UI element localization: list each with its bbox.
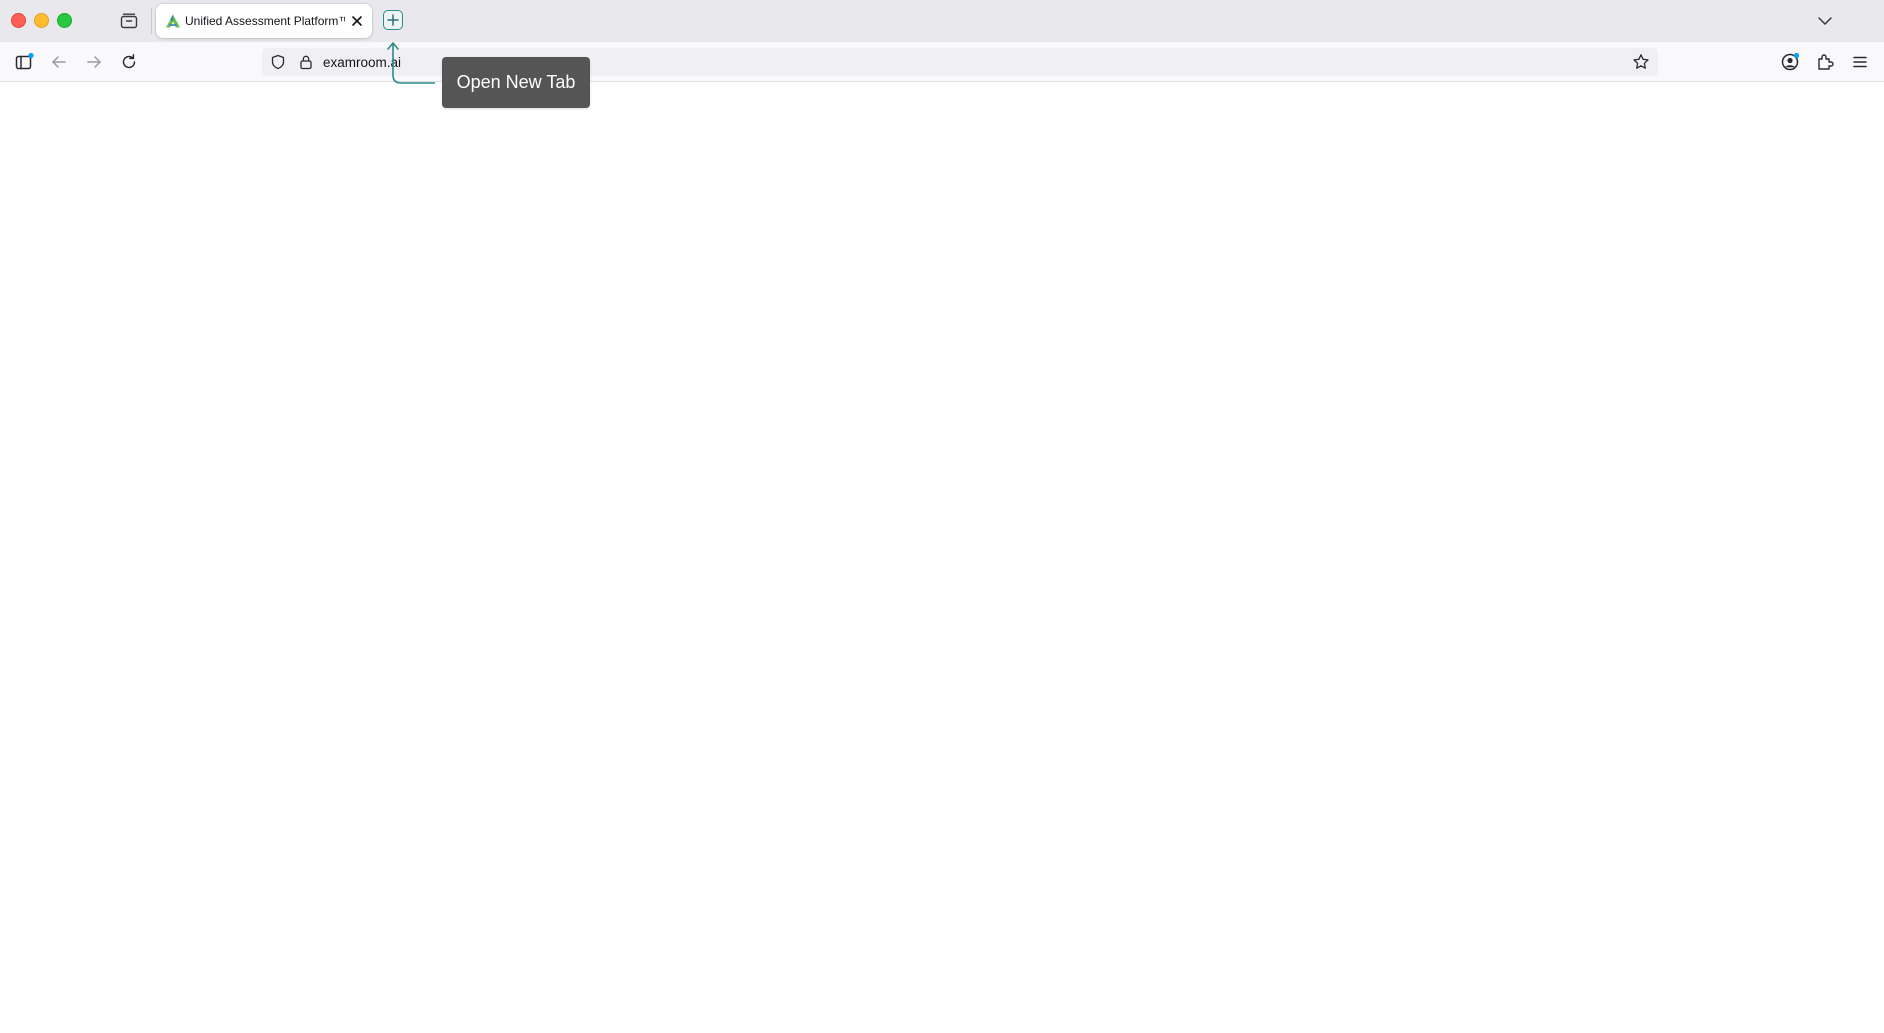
forward-arrow-icon[interactable] <box>83 51 105 73</box>
extensions-icon[interactable] <box>1814 51 1836 73</box>
new-tab-button[interactable] <box>383 10 403 30</box>
navigation-toolbar: examroom.ai <box>0 42 1884 82</box>
tab-bar: Unified Assessment Platform™ | ExamRoom.… <box>0 0 1884 42</box>
examroom-logo-icon <box>165 13 181 29</box>
tab-examroom[interactable]: Unified Assessment Platform™ | ExamRoom.… <box>156 4 372 38</box>
account-icon[interactable] <box>1779 51 1801 73</box>
tracking-protection-icon[interactable] <box>270 54 286 70</box>
chevron-down-icon[interactable] <box>1816 12 1834 30</box>
plus-icon <box>387 14 399 26</box>
close-icon[interactable] <box>350 14 364 28</box>
tab-title: Unified Assessment Platform™ | ExamRoom.… <box>185 14 345 28</box>
back-arrow-icon[interactable] <box>48 51 70 73</box>
lock-icon[interactable] <box>298 54 314 70</box>
new-tab-tooltip: Open New Tab <box>442 57 590 108</box>
page-content <box>0 82 1884 1033</box>
tabs-overview-icon[interactable] <box>118 11 140 31</box>
url-text[interactable]: examroom.ai <box>323 55 401 70</box>
window-minimize-button[interactable] <box>34 13 49 28</box>
tooltip-text: Open New Tab <box>456 72 576 92</box>
tab-separator <box>151 8 152 34</box>
sidebar-icon[interactable] <box>13 51 35 73</box>
reload-icon[interactable] <box>118 51 140 73</box>
hamburger-menu-icon[interactable] <box>1849 51 1871 73</box>
window-maximize-button[interactable] <box>57 13 72 28</box>
window-close-button[interactable] <box>11 13 26 28</box>
star-icon[interactable] <box>1632 53 1650 71</box>
